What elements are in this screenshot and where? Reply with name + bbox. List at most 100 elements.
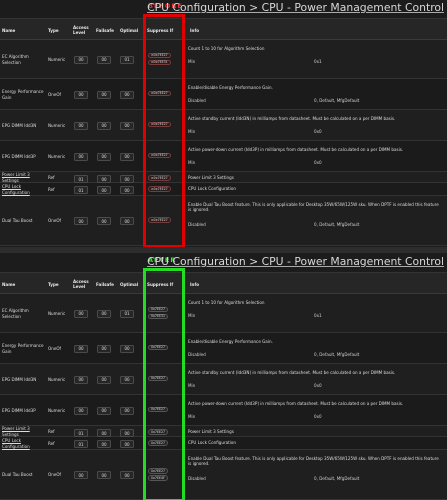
setting-name-text[interactable]: Power Limit 3 Settings: [2, 172, 46, 183]
setting-name: Energy Performance Gain: [2, 333, 46, 364]
value-optimal[interactable]: 00: [120, 440, 134, 448]
setting-name: EC Algorithm Selection: [2, 40, 46, 79]
value-optimal[interactable]: 00: [120, 429, 134, 437]
value-access[interactable]: 00: [74, 152, 88, 161]
info-sub-label: Min: [188, 129, 196, 134]
value-failsafe[interactable]: 00: [97, 217, 111, 225]
setting-name-text[interactable]: CPU Lock Configuration: [2, 438, 46, 449]
highlight-box: [143, 14, 185, 248]
value-access[interactable]: 01: [74, 440, 88, 448]
value-optimal[interactable]: 00: [120, 175, 134, 183]
setting-name-text[interactable]: CPU Lock Configuration: [2, 184, 46, 195]
info-sub-value: 0, Default, MfgDefault: [314, 476, 360, 481]
setting-name: Energy Performance Gain: [2, 79, 46, 110]
value-optimal[interactable]: 00: [120, 152, 134, 161]
value-access[interactable]: 00: [74, 121, 88, 130]
value-failsafe[interactable]: 00: [97, 344, 111, 353]
setting-name-text: EC Algorithm Selection: [2, 308, 29, 319]
value-access[interactable]: 01: [74, 186, 88, 194]
value-access[interactable]: 00: [74, 217, 88, 225]
info-sub-label: Disabled: [188, 98, 206, 103]
setting-type: Ref: [48, 428, 55, 434]
value-failsafe[interactable]: 00: [97, 90, 111, 99]
table-row[interactable]: Dual Tau Boost OneOf 00 00 00 0x7EE27 0x7EE4F E…: [0, 450, 447, 500]
value-optimal[interactable]: 00: [120, 186, 134, 194]
value-optimal[interactable]: 01: [120, 55, 134, 64]
value-failsafe[interactable]: 00: [97, 471, 111, 479]
setting-name: EPG DIMM Idd3P: [2, 141, 46, 172]
value-optimal[interactable]: 00: [120, 471, 134, 479]
setting-name[interactable]: CPU Lock Configuration: [2, 183, 46, 196]
value-optimal[interactable]: 00: [120, 217, 134, 225]
value-optimal[interactable]: 01: [120, 309, 134, 318]
value-optimal[interactable]: 00: [120, 90, 134, 99]
setting-name-text[interactable]: Power Limit 3 Settings: [2, 426, 46, 437]
value-failsafe[interactable]: 00: [97, 429, 111, 437]
table-row[interactable]: CPU Lock Configuration Ref 01 00 00 0x7EE27 CP…: [0, 437, 447, 450]
value-failsafe[interactable]: 00: [97, 440, 111, 448]
value-optimal[interactable]: 00: [120, 375, 134, 384]
value-access[interactable]: 00: [74, 375, 88, 384]
table-row[interactable]: EPG DIMM Idd3P Numeric 00 00 00 0x7EE27 Active…: [0, 395, 447, 426]
setting-name[interactable]: Power Limit 3 Settings: [2, 426, 46, 437]
setting-name[interactable]: CPU Lock Configuration: [2, 437, 46, 450]
page-title: CPU Configuration > CPU - Power Manageme…: [147, 1, 444, 14]
column-header-failsafe: Failsafe: [96, 27, 114, 33]
setting-type: OneOf: [48, 91, 61, 97]
value-failsafe[interactable]: 00: [97, 152, 111, 161]
setting-type: Numeric: [48, 56, 66, 62]
info-sub-value: 0x1: [314, 313, 322, 318]
info-cell: Active standby current (Idd3N) in millia…: [188, 110, 445, 141]
value-access[interactable]: 01: [74, 175, 88, 183]
setting-type: Ref: [48, 186, 55, 192]
table-row[interactable]: Power Limit 3 Settings Ref 01 00 00 0x7EE27 Po…: [0, 426, 447, 437]
setting-name-text: Dual Tau Boost: [2, 472, 33, 478]
info-text: Active power-down current (Idd3P) in mil…: [188, 401, 404, 406]
table-row[interactable]: Dual Tau Boost OneOf 00 00 00 ⊘ 0x7EE27 Enable…: [0, 196, 447, 246]
value-access[interactable]: 00: [74, 344, 88, 353]
value-optimal[interactable]: 00: [120, 121, 134, 130]
value-failsafe[interactable]: 00: [97, 55, 111, 64]
value-access[interactable]: 00: [74, 55, 88, 64]
value-failsafe[interactable]: 00: [97, 121, 111, 130]
info-sub-label: Min: [188, 313, 196, 318]
value-optimal[interactable]: 00: [120, 344, 134, 353]
info-text: Active standby current (Idd3N) in millia…: [188, 116, 396, 121]
value-optimal[interactable]: 00: [120, 406, 134, 415]
table-row[interactable]: EPG DIMM Idd3P Numeric 00 00 00 ⊘ 0x7EE27 Acti…: [0, 141, 447, 172]
column-header-info: Info: [190, 27, 200, 33]
value-failsafe[interactable]: 00: [97, 309, 111, 318]
table-header: Name Type Access Level Failsafe Optimal Suppr…: [0, 272, 447, 294]
info-cell: Power Limit 3 Settings: [188, 426, 445, 437]
table-row[interactable]: CPU Lock Configuration Ref 01 00 00 ⊘ 0x7EE27…: [0, 183, 447, 196]
info-cell: Count 1 to 10 for Algorithm Selection Min…: [188, 40, 445, 79]
value-access[interactable]: 00: [74, 309, 88, 318]
table-row[interactable]: Energy Performance Gain OneOf 00 00 00 ⊘ 0x7E…: [0, 79, 447, 110]
info-text: Power Limit 3 Settings: [188, 175, 234, 180]
info-sub-value: 0x0: [314, 383, 322, 388]
value-failsafe[interactable]: 00: [97, 375, 111, 384]
info-text: Count 1 to 10 for Algorithm Selection: [188, 46, 265, 51]
setting-name: EC Algorithm Selection: [2, 294, 46, 333]
table-row[interactable]: Energy Performance Gain OneOf 00 00 00 0x7EE2…: [0, 333, 447, 364]
table-row[interactable]: EPG DIMM Idd3N Numeric 00 00 00 ⊘ 0x7EE27 Acti…: [0, 110, 447, 141]
info-sub-label: Min: [188, 59, 196, 64]
table-row[interactable]: Power Limit 3 Settings Ref 01 00 00 ⊘ 0x7EE27…: [0, 172, 447, 183]
info-cell: Power Limit 3 Settings: [188, 172, 445, 183]
value-access[interactable]: 00: [74, 471, 88, 479]
table-row[interactable]: EPG DIMM Idd3N Numeric 00 00 00 0x7EE27 Active…: [0, 364, 447, 395]
value-failsafe[interactable]: 00: [97, 175, 111, 183]
table-row[interactable]: EC Algorithm Selection Numeric 00 00 01 ⊘ 0x7…: [0, 40, 447, 79]
table-row[interactable]: EC Algorithm Selection Numeric 00 00 01 0x7EE…: [0, 294, 447, 333]
value-failsafe[interactable]: 00: [97, 406, 111, 415]
info-text: Enable Dual Tau Boost feature. This is o…: [188, 456, 439, 466]
value-failsafe[interactable]: 00: [97, 186, 111, 194]
value-access[interactable]: 00: [74, 90, 88, 99]
info-cell: CPU Lock Configuration: [188, 437, 445, 450]
info-sub-value: 0x0: [314, 129, 322, 134]
column-header-failsafe: Failsafe: [96, 281, 114, 287]
section-divider: [0, 247, 447, 253]
value-access[interactable]: 00: [74, 406, 88, 415]
value-access[interactable]: 01: [74, 429, 88, 437]
setting-name[interactable]: Power Limit 3 Settings: [2, 172, 46, 183]
